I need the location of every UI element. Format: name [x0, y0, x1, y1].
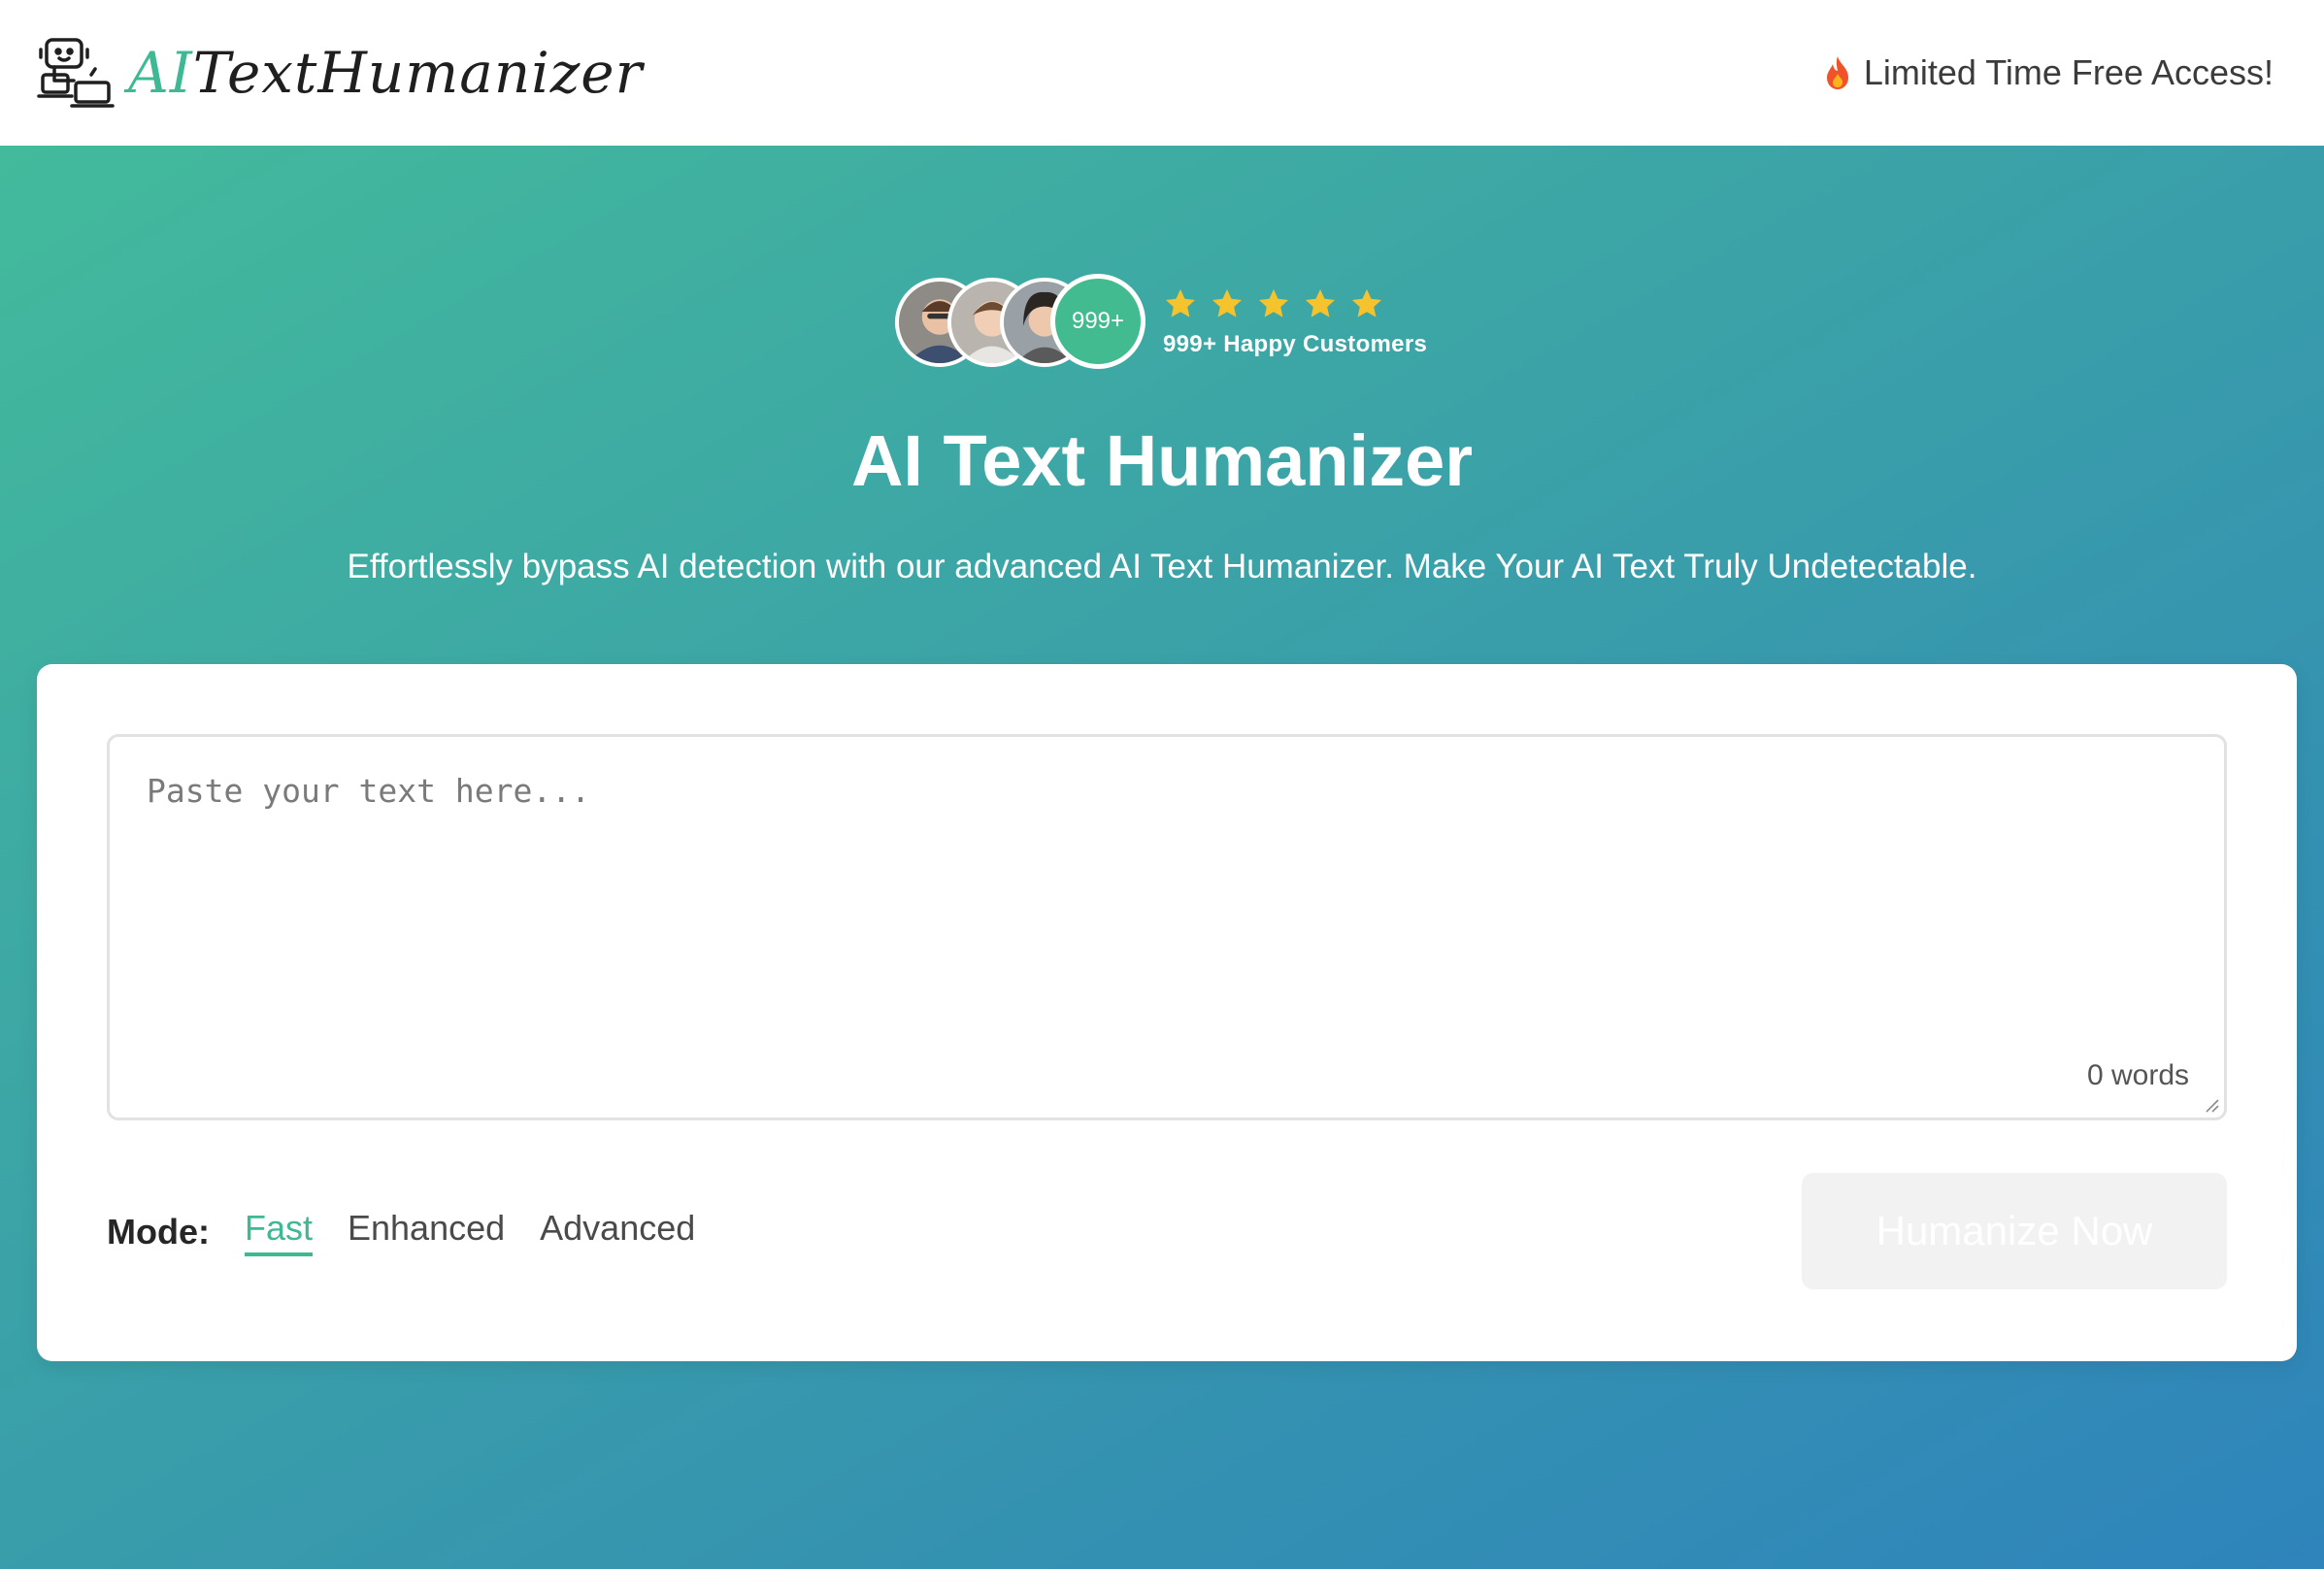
- word-count: 0 words: [2086, 1059, 2189, 1091]
- star-icon: [1306, 289, 1335, 317]
- social-proof: 999+ 999+ Happy Customers: [895, 274, 1427, 371]
- customers-text: 999+ Happy Customers: [1163, 331, 1428, 357]
- mode-label: Mode:: [107, 1212, 210, 1252]
- resize-handle-icon[interactable]: [2203, 1096, 2220, 1114]
- humanize-now-button[interactable]: Humanize Now: [1802, 1173, 2227, 1289]
- customer-avatars: 999+: [895, 274, 1145, 371]
- text-input-container: 0 words: [107, 734, 2227, 1120]
- top-header: AITextHumanizer Limited Time Free Access…: [0, 0, 2324, 146]
- fire-icon: [1826, 56, 1848, 89]
- star-icon: [1212, 289, 1242, 317]
- logo-ai-part: AI: [128, 40, 193, 106]
- site-logo[interactable]: AITextHumanizer: [35, 32, 643, 114]
- page-subtitle: Effortlessly bypass AI detection with ou…: [347, 548, 1977, 585]
- promo-banner: Limited Time Free Access!: [1823, 52, 2274, 93]
- mode-option-advanced[interactable]: Advanced: [540, 1208, 695, 1256]
- text-input[interactable]: [110, 737, 2224, 1118]
- logo-wordmark: AITextHumanizer: [128, 40, 643, 106]
- mode-option-fast[interactable]: Fast: [244, 1208, 313, 1256]
- star-rating: [1163, 286, 1427, 321]
- star-icon: [1259, 289, 1288, 317]
- page-title: AI Text Humanizer: [850, 420, 1474, 501]
- star-icon: [1352, 289, 1381, 317]
- humanizer-card: 0 words Mode: Fast Enhanced Advanced Hum…: [37, 664, 2297, 1361]
- logo-text-part: TextHumanizer: [192, 40, 644, 106]
- customer-count-badge: 999+: [1050, 274, 1145, 369]
- star-icon: [1166, 289, 1195, 317]
- robot-laptop-icon: [37, 38, 115, 108]
- rating-block: 999+ Happy Customers: [1163, 286, 1427, 358]
- promo-text: Limited Time Free Access!: [1863, 52, 2274, 92]
- mode-selector: Mode: Fast Enhanced Advanced: [107, 1208, 730, 1256]
- mode-option-enhanced[interactable]: Enhanced: [348, 1208, 505, 1256]
